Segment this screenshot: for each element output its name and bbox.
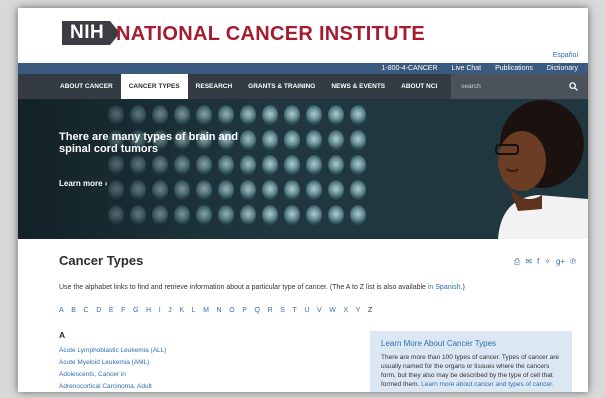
- alphabet-link-d[interactable]: D: [96, 307, 101, 314]
- scan-thumbnail: [306, 155, 322, 175]
- alphabet-link-s[interactable]: S: [280, 307, 285, 314]
- list-item[interactable]: Adrenocortical Carcinoma, Adult: [59, 381, 166, 392]
- scan-thumbnail: [328, 105, 344, 125]
- intro-end: .): [460, 284, 465, 291]
- scan-thumbnail: [284, 180, 300, 200]
- learn-more-box: Learn More About Cancer Types There are …: [370, 331, 572, 392]
- nih-logo[interactable]: NIH: [62, 21, 121, 45]
- scan-thumbnail: [306, 205, 322, 225]
- list-item[interactable]: Acute Myeloid Leukemia (AML): [59, 357, 166, 369]
- search-input[interactable]: search: [451, 74, 588, 99]
- masthead: NIH NATIONAL CANCER INSTITUTE: [18, 8, 588, 55]
- scan-thumbnail: [284, 155, 300, 175]
- scan-thumbnail: [350, 105, 366, 125]
- intro-text: Use the alphabet links to find and retri…: [59, 284, 465, 291]
- alphabet-link-q[interactable]: Q: [255, 307, 260, 314]
- utility-publications-link[interactable]: Publications: [495, 65, 533, 72]
- scan-thumbnail: [328, 205, 344, 225]
- scan-thumbnail: [328, 180, 344, 200]
- scan-thumbnail: [328, 130, 344, 150]
- scan-thumbnail: [350, 180, 366, 200]
- scan-thumbnail: [350, 155, 366, 175]
- hero-overlay: [18, 99, 268, 239]
- scan-thumbnail: [284, 205, 300, 225]
- share-toolbar: ⎙ ✉ f ✧ g+ ℗: [514, 257, 576, 267]
- alphabet-link-v[interactable]: V: [317, 307, 322, 314]
- alphabet-link-p[interactable]: P: [242, 307, 247, 314]
- scan-thumbnail: [350, 205, 366, 225]
- twitter-icon[interactable]: ✧: [544, 257, 551, 267]
- alphabet-link-t[interactable]: T: [292, 307, 296, 314]
- google-plus-icon[interactable]: g+: [556, 257, 565, 267]
- main-content: Cancer Types ⎙ ✉ f ✧ g+ ℗ Use the alphab…: [18, 239, 588, 392]
- scan-thumbnail: [306, 105, 322, 125]
- print-icon[interactable]: ⎙: [514, 257, 520, 267]
- email-icon[interactable]: ✉: [525, 257, 532, 267]
- alphabet-link-n[interactable]: N: [217, 307, 222, 314]
- search-icon[interactable]: [569, 82, 578, 91]
- alphabet-link-x[interactable]: X: [343, 307, 348, 314]
- main-nav: ABOUT CANCER CANCER TYPES RESEARCH GRANT…: [18, 74, 588, 99]
- alphabet-link-f[interactable]: F: [121, 307, 125, 314]
- alphabet-nav: AB CD EF G H IJK LM NO P Q RST U VWX YZ: [59, 307, 372, 314]
- alphabet-link-a[interactable]: A: [59, 307, 64, 314]
- utility-nav: 1-800-4-CANCER Live Chat Publications Di…: [18, 63, 588, 74]
- utility-live-chat-link[interactable]: Live Chat: [452, 65, 482, 72]
- spanish-link[interactable]: in Spanish: [428, 284, 461, 291]
- alphabet-link-r[interactable]: R: [268, 307, 273, 314]
- pinterest-icon[interactable]: ℗: [570, 257, 576, 267]
- hero-learn-more-link[interactable]: Learn more ›: [59, 179, 107, 188]
- alphabet-link-k[interactable]: K: [179, 307, 184, 314]
- page-title: Cancer Types: [59, 253, 144, 268]
- hero-headline: There are many types of brain and spinal…: [59, 131, 239, 155]
- alphabet-link-w[interactable]: W: [329, 307, 336, 314]
- alphabet-link-e[interactable]: E: [109, 307, 114, 314]
- search-placeholder: search: [461, 83, 481, 90]
- intro-body: Use the alphabet links to find and retri…: [59, 284, 428, 291]
- cancer-type-list: Acute Lymphoblastic Leukemia (ALL) Acute…: [59, 345, 166, 392]
- scan-thumbnail: [328, 155, 344, 175]
- alphabet-link-m[interactable]: M: [203, 307, 209, 314]
- site-title[interactable]: NATIONAL CANCER INSTITUTE: [116, 23, 425, 46]
- alphabet-link-o[interactable]: O: [229, 307, 234, 314]
- hero-banner[interactable]: There are many types of brain and spinal…: [18, 99, 588, 239]
- browser-page: NIH NATIONAL CANCER INSTITUTE Español 1-…: [18, 8, 588, 392]
- utility-dictionary-link[interactable]: Dictionary: [547, 65, 578, 72]
- alphabet-link-y[interactable]: Y: [356, 307, 361, 314]
- nav-about-cancer[interactable]: ABOUT CANCER: [52, 74, 121, 99]
- alphabet-link-u[interactable]: U: [304, 307, 309, 314]
- list-item[interactable]: Adolescents, Cancer in: [59, 369, 166, 381]
- learn-more-box-link[interactable]: Learn more about cancer and types of can…: [421, 381, 554, 388]
- nav-cancer-types[interactable]: CANCER TYPES: [120, 74, 188, 99]
- scan-thumbnail: [284, 105, 300, 125]
- scan-thumbnail: [350, 130, 366, 150]
- nav-grants-training[interactable]: GRANTS & TRAINING: [240, 74, 323, 99]
- scan-thumbnail: [284, 130, 300, 150]
- alphabet-link-h[interactable]: H: [146, 307, 151, 314]
- section-letter: A: [59, 330, 66, 340]
- learn-more-box-title: Learn More About Cancer Types: [381, 339, 497, 348]
- alphabet-link-b[interactable]: B: [71, 307, 76, 314]
- list-item[interactable]: Acute Lymphoblastic Leukemia (ALL): [59, 345, 166, 357]
- alphabet-link-c[interactable]: C: [84, 307, 89, 314]
- hero-woman-image: [495, 100, 588, 239]
- scan-thumbnail: [306, 180, 322, 200]
- scan-thumbnail: [306, 130, 322, 150]
- alphabet-link-g[interactable]: G: [133, 307, 138, 314]
- nav-research[interactable]: RESEARCH: [188, 74, 240, 99]
- nav-about-nci[interactable]: ABOUT NCI: [393, 74, 445, 99]
- nih-logo-text: NIH: [62, 21, 111, 45]
- nav-news-events[interactable]: NEWS & EVENTS: [323, 74, 393, 99]
- utility-phone-link[interactable]: 1-800-4-CANCER: [382, 65, 438, 72]
- alphabet-link-i[interactable]: I: [159, 307, 161, 314]
- learn-more-box-text: There are more than 100 types of cancer.…: [381, 353, 561, 389]
- alphabet-link-z[interactable]: Z: [368, 307, 372, 314]
- alphabet-link-l[interactable]: L: [192, 307, 196, 314]
- language-link[interactable]: Español: [553, 52, 578, 59]
- alphabet-link-j[interactable]: J: [168, 307, 172, 314]
- facebook-icon[interactable]: f: [537, 257, 539, 267]
